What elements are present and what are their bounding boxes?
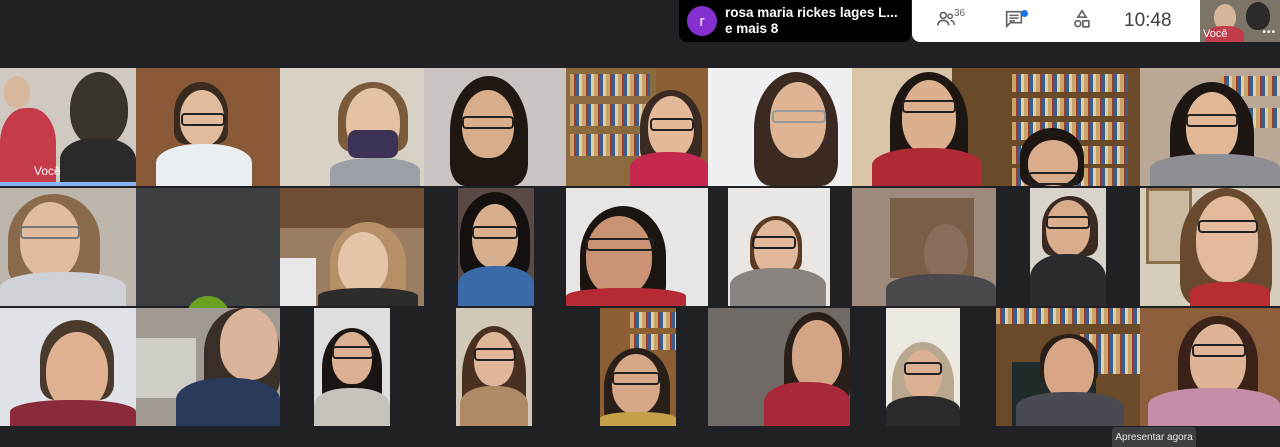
participant-tile[interactable] bbox=[728, 188, 830, 306]
speaker-info: rosa maria rickes lages L... e mais 8 bbox=[725, 5, 898, 37]
speaker-name: rosa maria rickes lages L... bbox=[725, 5, 898, 20]
participant-tile[interactable] bbox=[280, 188, 424, 306]
top-bar: r rosa maria rickes lages L... e mais 8 … bbox=[0, 0, 1280, 68]
participant-tile[interactable] bbox=[424, 68, 566, 186]
speaking-indicator bbox=[0, 182, 136, 186]
participant-tile[interactable]: Você bbox=[0, 68, 136, 186]
participant-tile[interactable] bbox=[1030, 188, 1106, 306]
participant-tile[interactable] bbox=[566, 68, 708, 186]
people-button[interactable]: 36 bbox=[912, 0, 980, 42]
participant-grid: Você bbox=[0, 68, 1280, 427]
participant-tile[interactable] bbox=[0, 308, 136, 426]
participant-tile[interactable] bbox=[708, 68, 852, 186]
people-count: 36 bbox=[954, 8, 966, 19]
participant-tile[interactable] bbox=[852, 188, 996, 306]
chat-button[interactable] bbox=[980, 0, 1048, 42]
participant-tile[interactable] bbox=[136, 68, 280, 186]
participant-tile[interactable] bbox=[1140, 68, 1280, 186]
participant-tile[interactable] bbox=[458, 188, 534, 306]
participant-tile[interactable] bbox=[996, 68, 1140, 186]
participant-tile[interactable] bbox=[0, 188, 136, 306]
activities-button[interactable] bbox=[1048, 0, 1116, 42]
speaker-avatar: r bbox=[687, 6, 717, 36]
present-now-button[interactable]: Apresentar agora bbox=[1112, 427, 1196, 447]
participant-tile[interactable] bbox=[136, 308, 280, 426]
meeting-controls: 36 10:48 bbox=[912, 0, 1200, 42]
participant-tile[interactable] bbox=[708, 308, 850, 426]
active-speaker-pill[interactable]: r rosa maria rickes lages L... e mais 8 bbox=[679, 0, 911, 42]
participant-tile[interactable] bbox=[600, 308, 676, 426]
participant-tile[interactable] bbox=[886, 308, 960, 426]
participant-tile[interactable] bbox=[566, 188, 708, 306]
self-view-label: Você bbox=[1203, 28, 1228, 40]
participant-tile[interactable] bbox=[1140, 188, 1280, 306]
chat-notification-dot bbox=[1021, 10, 1028, 17]
activities-icon bbox=[1071, 8, 1093, 35]
self-view-thumbnail[interactable]: Você ••• bbox=[1200, 0, 1280, 42]
participant-tile[interactable] bbox=[1140, 308, 1280, 426]
participant-tile[interactable] bbox=[456, 308, 532, 426]
participant-tile[interactable] bbox=[852, 68, 996, 186]
speaker-more-count: e mais 8 bbox=[725, 21, 779, 36]
more-options-icon[interactable]: ••• bbox=[1262, 27, 1276, 38]
participant-tile[interactable] bbox=[136, 188, 280, 306]
participant-tile[interactable] bbox=[280, 68, 424, 186]
participant-tile[interactable] bbox=[314, 308, 390, 426]
self-tile-label: Você bbox=[34, 164, 61, 178]
participant-tile[interactable] bbox=[996, 308, 1140, 426]
clock: 10:48 bbox=[1124, 10, 1172, 31]
